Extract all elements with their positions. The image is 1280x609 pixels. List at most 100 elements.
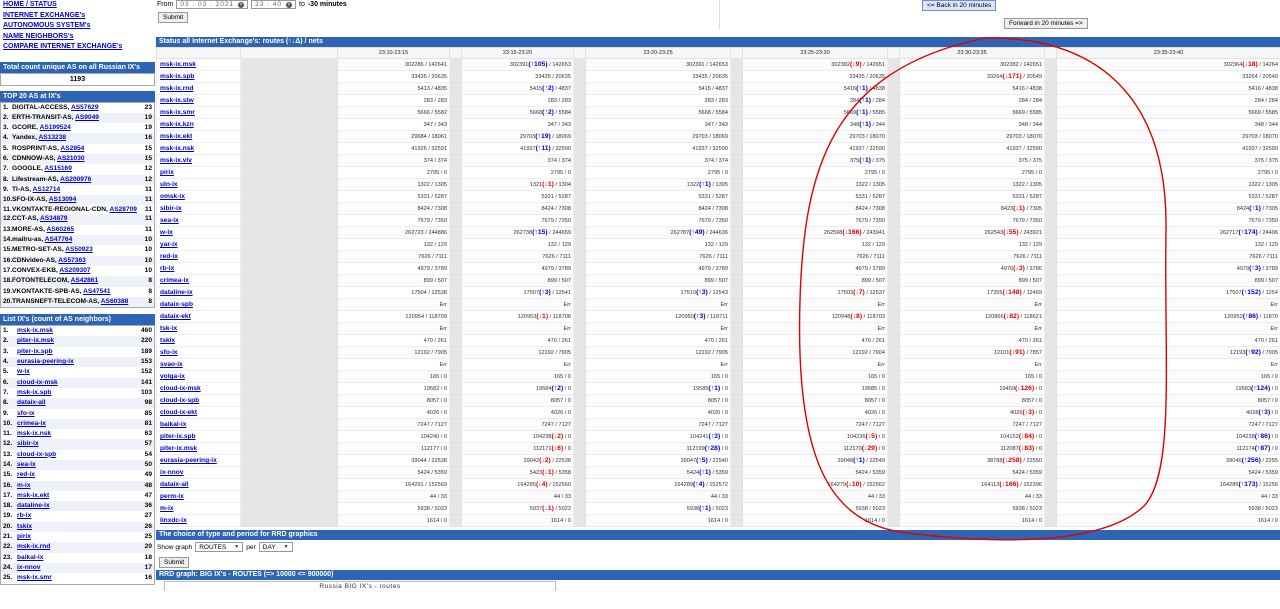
ix-name-link[interactable]: cloud-ix-spb bbox=[160, 397, 199, 404]
ix-list-link[interactable]: msk-ix.spb bbox=[12, 389, 51, 396]
top-as-link[interactable]: AS200976 bbox=[60, 176, 91, 183]
top-as-link[interactable]: AS9049 bbox=[75, 114, 99, 121]
ix-list-link[interactable]: sfo-ix bbox=[12, 410, 35, 417]
ix-list-link[interactable]: dataix-all bbox=[12, 399, 46, 406]
top-as-link[interactable]: AS2854 bbox=[61, 145, 85, 152]
ix-name-link[interactable]: msk-ix.ekt bbox=[160, 133, 192, 140]
top-as-link[interactable]: AS12714 bbox=[33, 186, 61, 193]
ix-list-link[interactable]: sibir-ix bbox=[12, 440, 39, 447]
ix-name-link[interactable]: tsk-ix bbox=[160, 325, 177, 332]
ix-name-link[interactable]: msk-ix.nsk bbox=[160, 145, 194, 152]
ix-name-link[interactable]: perm-ix bbox=[160, 493, 184, 500]
ix-list-link[interactable]: eurasia-peering-ix bbox=[12, 358, 74, 365]
ix-list-link[interactable]: cloud-ix-msk bbox=[12, 379, 58, 386]
ix-list-link[interactable]: tskix bbox=[12, 523, 32, 530]
clear-time-icon[interactable]: × bbox=[286, 1, 292, 8]
graph-type-select[interactable]: ROUTES ▼ bbox=[195, 542, 244, 552]
nav-home-status[interactable]: HOME / STATUS bbox=[0, 0, 155, 11]
top-as-link[interactable]: AS28709 bbox=[109, 206, 137, 213]
ix-list-link[interactable]: pirix bbox=[12, 533, 31, 540]
rrd-submit-button[interactable]: Submit bbox=[159, 557, 190, 568]
graph-period-select[interactable]: DAY ▼ bbox=[258, 542, 293, 552]
top-as-link[interactable]: AS13094 bbox=[49, 196, 77, 203]
ix-name-link[interactable]: cloud-ix-msk bbox=[160, 385, 201, 392]
ix-name-link[interactable]: svao-ix bbox=[160, 361, 183, 368]
ix-name-link[interactable]: piter-ix.msk bbox=[160, 445, 197, 452]
date-input[interactable]: 03 . 03 . 2021 × bbox=[176, 0, 249, 9]
ix-name-link[interactable]: msk-ix.stw bbox=[160, 97, 194, 104]
ix-list-link[interactable]: cloud-ix-spb bbox=[12, 451, 56, 458]
top-as-link[interactable]: AS15169 bbox=[44, 165, 72, 172]
top-as-link[interactable]: AS13238 bbox=[39, 134, 67, 141]
ix-name-link[interactable]: volga-ix bbox=[160, 373, 185, 380]
clear-date-icon[interactable]: × bbox=[238, 1, 245, 8]
ix-list-link[interactable]: msk-ix.nsk bbox=[12, 430, 51, 437]
ix-name-link[interactable]: red-ix bbox=[160, 253, 178, 260]
ix-name-link[interactable]: msk-ix.vlv bbox=[160, 157, 192, 164]
top-as-link[interactable]: AS57629 bbox=[71, 104, 99, 111]
top-as-link[interactable]: AS199524 bbox=[40, 124, 71, 131]
ix-list-link[interactable]: rb-ix bbox=[12, 512, 31, 519]
submit-button[interactable]: Submit bbox=[158, 12, 189, 23]
ix-list-link[interactable]: msk-ix.smr bbox=[12, 574, 52, 581]
top-as-link[interactable]: AS47541 bbox=[83, 288, 111, 295]
ix-name-link[interactable]: dataline-ix bbox=[160, 289, 193, 296]
ix-list-link[interactable]: piter-ix.spb bbox=[12, 348, 53, 355]
ix-list-link[interactable]: crimea-ix bbox=[12, 420, 46, 427]
nav-autonomous-systems[interactable]: AUTONOMOUS SYSTEM's bbox=[0, 21, 155, 32]
ix-name-link[interactable]: m-ix bbox=[160, 505, 174, 512]
ix-name-link[interactable]: sea-ix bbox=[160, 217, 179, 224]
ix-name-link[interactable]: pirix bbox=[160, 169, 174, 176]
top-as-link[interactable]: AS57363 bbox=[58, 257, 86, 264]
ix-name-link[interactable]: sfo-ix bbox=[160, 349, 178, 356]
ix-list-link[interactable]: piter-ix.msk bbox=[12, 337, 54, 344]
ix-name-link[interactable]: dataix-all bbox=[160, 481, 189, 488]
ix-name-link[interactable]: eurasia-peering-ix bbox=[160, 457, 217, 464]
nav-internet-exchanges[interactable]: INTERNET EXCHANGE's bbox=[0, 11, 155, 22]
ix-name-link[interactable]: dataix-spb bbox=[160, 301, 193, 308]
time-input[interactable]: 23 : 40 × bbox=[251, 0, 296, 9]
ix-name-link[interactable]: msk-ix.spb bbox=[160, 73, 194, 80]
ix-name-link[interactable]: linxdc-ix bbox=[160, 517, 187, 524]
forward-20-minutes-button[interactable]: Forward in 20 minutes => bbox=[1004, 18, 1088, 29]
ix-name-link[interactable]: piter-ix.spb bbox=[160, 433, 196, 440]
ix-name-link[interactable]: sibir-ix bbox=[160, 205, 182, 212]
ix-name-link[interactable]: crimea-ix bbox=[160, 277, 189, 284]
nav-name-neighbors[interactable]: NAME NEIGHBORS's bbox=[0, 32, 155, 43]
ix-name-link[interactable]: uln-ix bbox=[160, 181, 178, 188]
ix-name-link[interactable]: msk-ix.rnd bbox=[160, 85, 193, 92]
ix-name-link[interactable]: yar-ix bbox=[160, 241, 178, 248]
ix-list-link[interactable]: msk-ix.ekt bbox=[12, 492, 49, 499]
ix-list-link[interactable]: m-ix bbox=[12, 482, 31, 489]
top-as-link[interactable]: AS42861 bbox=[71, 277, 99, 284]
ix-list-link[interactable]: msk-ix.msk bbox=[12, 327, 53, 334]
ix-name-link[interactable]: cloud-ix-ekt bbox=[160, 409, 197, 416]
top20-list: 1. DIGITAL-ACCESS, AS57629 23 2. ERTH-TRANSI… bbox=[0, 101, 155, 309]
top-as-link[interactable]: AS50923 bbox=[65, 246, 93, 253]
ix-list-link[interactable]: w-ix bbox=[12, 368, 30, 375]
ix-name-link[interactable]: msk-ix.msk bbox=[160, 61, 196, 68]
ix-name-link[interactable]: dataix-ekt bbox=[160, 313, 191, 320]
ix-list-link[interactable]: dataline-ix bbox=[12, 502, 50, 509]
top-as-link[interactable]: AS34879 bbox=[40, 215, 68, 222]
ix-list-link[interactable]: baikal-ix bbox=[12, 554, 43, 561]
ix-name-link[interactable]: omsk-ix bbox=[160, 193, 185, 200]
ix-name-link[interactable]: ix-nnov bbox=[160, 469, 183, 476]
top-as-link[interactable]: AS47764 bbox=[45, 236, 73, 243]
ix-name-link[interactable]: msk-ix.smr bbox=[160, 109, 195, 116]
ix-list-link[interactable]: msk-ix.rnd bbox=[12, 543, 50, 550]
top-as-link[interactable]: AS21030 bbox=[57, 155, 85, 162]
ix-name-link[interactable]: baikal-ix bbox=[160, 421, 186, 428]
ix-name-link[interactable]: w-ix bbox=[160, 229, 173, 236]
ix-name-link[interactable]: msk-ix.kzn bbox=[160, 121, 194, 128]
back-20-minutes-button[interactable]: <= Back in 20 minutes bbox=[922, 0, 997, 11]
top-as-link[interactable]: AS60265 bbox=[47, 226, 75, 233]
top-as-link[interactable]: AS60388 bbox=[101, 298, 129, 305]
ix-list-link[interactable]: red-ix bbox=[12, 471, 35, 478]
nav-compare-internet-exchanges[interactable]: COMPARE INTERNET EXCHANGE's bbox=[0, 42, 155, 53]
ix-list-link[interactable]: sea-ix bbox=[12, 461, 36, 468]
ix-name-link[interactable]: tskix bbox=[160, 337, 175, 344]
ix-list-link[interactable]: ix-nnov bbox=[12, 564, 40, 571]
ix-name-link[interactable]: rb-ix bbox=[160, 265, 174, 272]
top-as-link[interactable]: AS209307 bbox=[59, 267, 90, 274]
